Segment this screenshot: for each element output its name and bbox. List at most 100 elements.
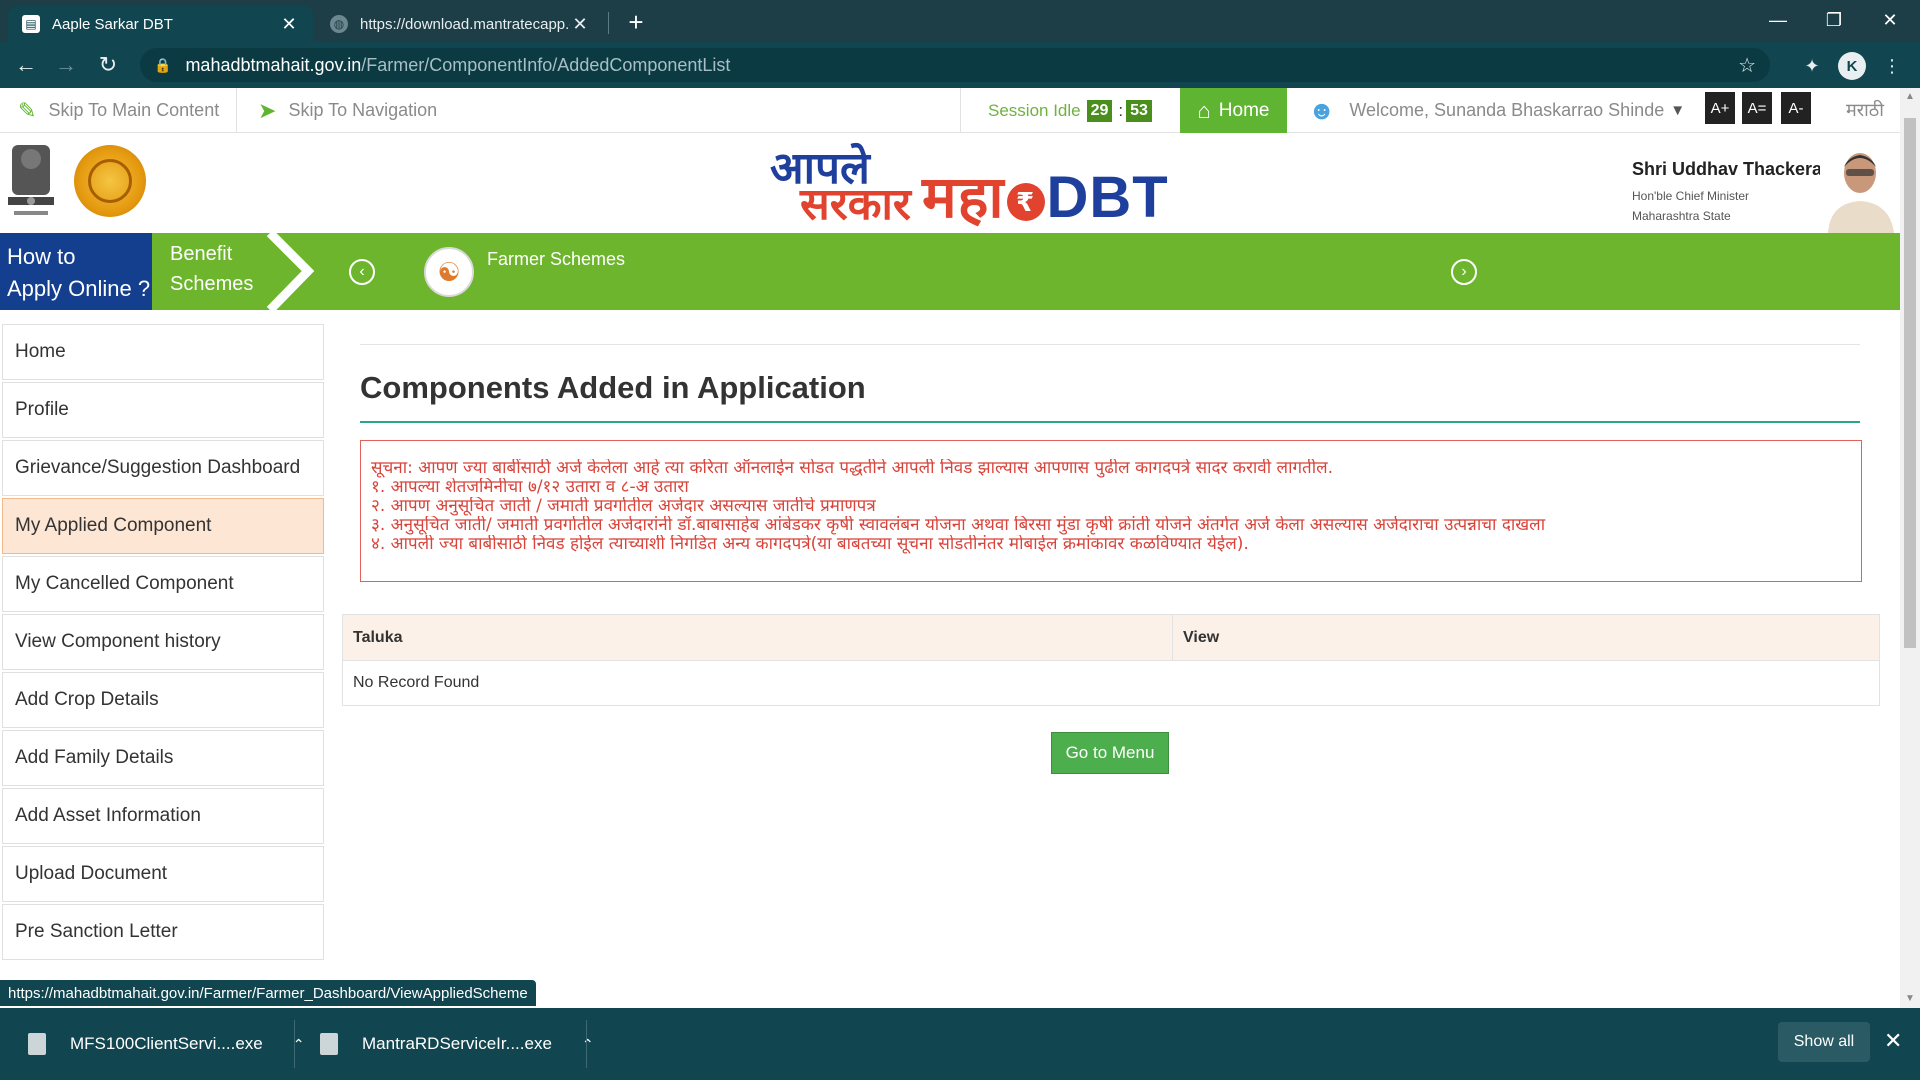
sidebar-item-grievance[interactable]: Grievance/Suggestion Dashboard — [2, 440, 324, 496]
tab-aaple-sarkar[interactable]: ▤ Aaple Sarkar DBT ✕ — [8, 6, 313, 42]
home-icon: ⌂ — [1197, 97, 1211, 123]
file-icon — [28, 1033, 46, 1055]
sidebar-item-home[interactable]: Home — [2, 324, 324, 380]
download-item[interactable]: MFS100ClientServi....exe ⌃ — [28, 1008, 304, 1080]
sidebar-item-upload-document[interactable]: Upload Document — [2, 846, 324, 902]
tab-title: Aaple Sarkar DBT — [52, 15, 173, 33]
browser-toolbar: ← → ↻ 🔒 mahadbtmahait.gov.in/Farmer/Comp… — [0, 42, 1920, 88]
web-page: ✎ Skip To Main Content ➤ Skip To Navigat… — [0, 88, 1900, 1008]
skip-nav-label: Skip To Navigation — [288, 100, 438, 120]
home-label: Home — [1218, 99, 1270, 121]
carousel-next-icon[interactable]: › — [1451, 259, 1477, 285]
scroll-down-icon[interactable]: ▼ — [1900, 990, 1920, 1008]
font-increase-button[interactable]: A+ — [1705, 92, 1735, 124]
cm-state: Maharashtra State — [1632, 209, 1731, 223]
scroll-up-icon[interactable]: ▲ — [1900, 88, 1920, 106]
new-tab-button[interactable]: + — [620, 6, 652, 38]
extensions-puzzle-icon[interactable]: ✦ — [1798, 52, 1826, 80]
close-tab-icon[interactable]: ✕ — [570, 14, 590, 35]
sidebar-item-my-cancelled-component[interactable]: My Cancelled Component — [2, 556, 324, 612]
howto-line1: How to — [7, 244, 76, 269]
user-menu[interactable]: ☻ Welcome, Sunanda Bhaskarrao Shinde ▼ — [1308, 88, 1685, 133]
sidebar-item-my-applied-component[interactable]: My Applied Component — [2, 498, 324, 554]
go-to-menu-button[interactable]: Go to Menu — [1051, 732, 1169, 774]
window-close-icon[interactable]: ✕ — [1862, 0, 1918, 40]
mahadbt-logo[interactable]: महा ₹ DBT — [922, 155, 1169, 234]
notice-line: २. आपण अनुसूचित जाती / जमाती प्रवर्गातील… — [371, 497, 876, 516]
user-icon: ☻ — [1308, 95, 1336, 125]
home-button[interactable]: ⌂ Home — [1180, 88, 1287, 133]
aaple-sarkar-logo[interactable]: आपले सरकार — [770, 147, 911, 227]
sidebar-item-add-asset[interactable]: Add Asset Information — [2, 788, 324, 844]
table-header: Taluka View — [343, 615, 1879, 661]
components-table: Taluka View No Record Found — [342, 614, 1880, 706]
how-to-apply-link[interactable]: How to Apply Online ? — [0, 233, 152, 310]
bookmark-star-icon[interactable]: ☆ — [1738, 53, 1756, 78]
reload-icon[interactable]: ↻ — [92, 50, 124, 80]
file-icon — [320, 1033, 338, 1055]
language-toggle[interactable]: मराठी — [1846, 98, 1884, 122]
back-icon[interactable]: ← — [10, 50, 42, 80]
show-all-downloads-button[interactable]: Show all — [1778, 1022, 1870, 1062]
skip-main-link[interactable]: ✎ Skip To Main Content — [18, 88, 219, 133]
document-notice-box: सूचना: आपण ज्या बाबींसाठी अर्ज केलेला आह… — [360, 440, 1862, 582]
session-separator: : — [1118, 100, 1124, 120]
sidebar-item-profile[interactable]: Profile — [2, 382, 324, 438]
browser-menu-icon[interactable]: ⋮ — [1878, 52, 1906, 80]
restore-icon[interactable]: ❐ — [1806, 0, 1862, 40]
sidebar-item-component-history[interactable]: View Component history — [2, 614, 324, 670]
maharashtra-seal-icon — [74, 145, 146, 217]
notice-line: ४. आपली ज्या बाबीसाठी निवड होईल त्याच्या… — [371, 535, 1249, 554]
logo-maha-text: महा — [922, 165, 1005, 230]
farmer-icon[interactable]: ☯ — [424, 247, 474, 297]
scrollbar-thumb[interactable] — [1904, 118, 1916, 648]
page-scrollbar[interactable]: ▲ ▼ — [1900, 88, 1920, 1008]
profile-avatar-icon[interactable]: K — [1838, 52, 1866, 80]
page-icon: ▤ — [22, 15, 40, 33]
skip-main-label: Skip To Main Content — [48, 100, 220, 120]
chief-minister-info: Shri Uddhav Thackeray Hon'ble Chief Mini… — [1632, 159, 1832, 226]
welcome-text: Welcome, Sunanda Bhaskarrao Shinde — [1349, 100, 1665, 120]
font-decrease-button[interactable]: A- — [1781, 92, 1811, 124]
carousel-prev-icon[interactable]: ‹ — [349, 259, 375, 285]
divider — [236, 88, 237, 133]
forward-icon[interactable]: → — [50, 50, 82, 80]
minimize-icon[interactable]: — — [1750, 0, 1806, 40]
sidebar-item-pre-sanction-letter[interactable]: Pre Sanction Letter — [2, 904, 324, 960]
font-reset-button[interactable]: A= — [1742, 92, 1772, 124]
tab-download-mantra[interactable]: ◍ https://download.mantratecapp.c ✕ — [316, 6, 604, 42]
benefit-line1: Benefit — [170, 243, 233, 265]
address-bar[interactable]: 🔒 mahadbtmahait.gov.in/Farmer/ComponentI… — [140, 48, 1770, 82]
farmer-schemes-link[interactable]: Farmer Schemes — [487, 249, 625, 270]
cm-name: Shri Uddhav Thackeray — [1632, 159, 1833, 179]
chevron-up-icon[interactable]: ⌃ — [582, 1036, 594, 1053]
skip-nav-link[interactable]: ➤ Skip To Navigation — [258, 88, 437, 133]
session-minutes: 29 — [1086, 99, 1113, 122]
sidebar-menu: Home Profile Grievance/Suggestion Dashbo… — [2, 324, 324, 962]
tab-strip: ▤ Aaple Sarkar DBT ✕ ◍ https://download.… — [0, 0, 1920, 42]
globe-icon: ◍ — [330, 15, 348, 33]
national-emblem-icon — [8, 145, 54, 215]
close-download-shelf-icon[interactable]: ✕ — [1884, 1028, 1902, 1054]
chevron-down-icon: ▼ — [1670, 102, 1686, 119]
howto-line2: Apply Online ? — [7, 276, 151, 301]
divider — [294, 1020, 295, 1068]
sidebar-item-add-family[interactable]: Add Family Details — [2, 730, 324, 786]
lock-icon: 🔒 — [154, 56, 172, 73]
benefit-line2: Schemes — [170, 273, 254, 295]
scheme-nav-bar: How to Apply Online ? Benefit Schemes ‹ … — [0, 233, 1900, 310]
download-item[interactable]: MantraRDServiceIr....exe ⌃ — [320, 1008, 594, 1080]
site-header: आपले सरकार महा ₹ DBT Shri Uddhav Thackeray… — [0, 133, 1900, 233]
close-tab-icon[interactable]: ✕ — [279, 14, 299, 35]
url-path: /Farmer/ComponentInfo/AddedComponentList — [361, 54, 731, 75]
benefit-schemes-label[interactable]: Benefit Schemes — [170, 239, 253, 299]
title-underline — [360, 421, 1860, 423]
session-idle-timer: Session Idle 29 : 53 — [988, 88, 1152, 133]
tab-separator — [608, 12, 609, 34]
navigation-arrow-icon: ➤ — [258, 97, 277, 123]
sidebar-item-add-crop[interactable]: Add Crop Details — [2, 672, 324, 728]
session-label: Session Idle — [988, 100, 1081, 120]
url-host: mahadbtmahait.gov.in — [185, 54, 362, 75]
logo-dbt-text: DBT — [1046, 165, 1169, 230]
empty-row: No Record Found — [353, 674, 480, 691]
